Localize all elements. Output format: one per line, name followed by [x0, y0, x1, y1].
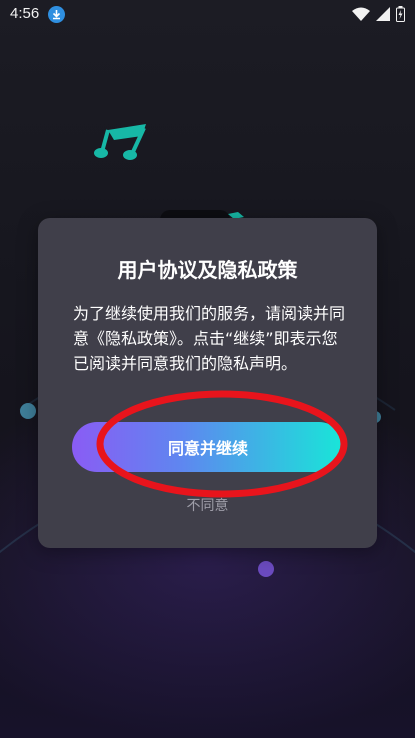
battery-icon	[396, 6, 405, 22]
status-bar: 4:56	[0, 0, 415, 30]
signal-icon	[376, 7, 390, 21]
dialog-body: 为了继续使用我们的服务，请阅读并同意《隐私政策》。点击“继续”即表示您已阅读并同…	[73, 304, 346, 373]
dialog-title: 用户协议及隐私政策	[117, 258, 298, 282]
status-time: 4:56	[10, 5, 40, 22]
music-note-icon	[94, 124, 146, 160]
privacy-dialog: 用户协议及隐私政策 为了继续使用我们的服务，请阅读并同意《隐私政策》。点击“继续…	[38, 218, 377, 548]
disagree-button[interactable]: 不同意	[38, 495, 377, 515]
wifi-icon	[352, 7, 370, 21]
agree-continue-button[interactable]: 同意并继续	[72, 422, 344, 472]
download-icon	[48, 6, 65, 23]
